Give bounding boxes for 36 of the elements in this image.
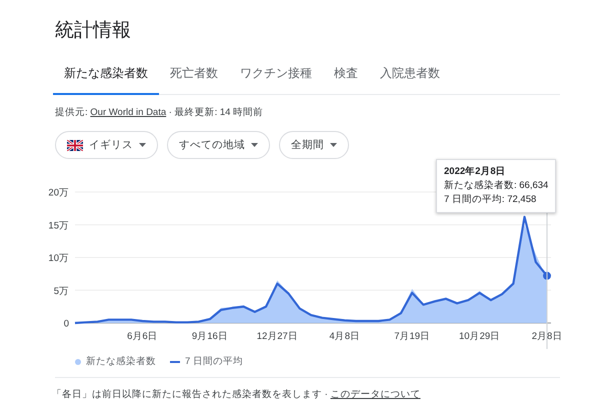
x-tick-label: 9月16日 xyxy=(192,331,228,342)
y-tick-label: 20万 xyxy=(48,188,69,198)
y-tick-label: 0 xyxy=(64,318,69,330)
tooltip-value: 7 日間の平均: 72,458 xyxy=(444,193,538,207)
caret-icon xyxy=(251,143,258,147)
legend-label: 新たな感染者数 xyxy=(86,355,156,368)
x-tick-label: 6月6日 xyxy=(127,331,158,342)
footnote: 「各日」は前日以降に新たに報告された感染者数を表します · このデータについて xyxy=(52,388,422,401)
tab[interactable]: 新たな感染者数 xyxy=(53,56,159,95)
tab[interactable]: 死亡者数 xyxy=(159,56,229,95)
filter-dropdown[interactable]: 全期間 xyxy=(279,131,349,159)
x-tick-label: 10月29日 xyxy=(459,331,500,342)
uk-flag-icon xyxy=(67,140,83,150)
caret-icon xyxy=(330,143,337,147)
y-tick-label: 5万 xyxy=(54,286,69,297)
caret-icon xyxy=(139,143,146,147)
legend-dot xyxy=(75,358,81,364)
x-tick-label: 7月19日 xyxy=(394,331,430,342)
hover-point xyxy=(543,272,551,280)
source-link[interactable]: Our World in Data xyxy=(90,107,166,118)
tab[interactable]: ワクチン接種 xyxy=(229,56,323,95)
filter-dropdown[interactable]: イギリス xyxy=(55,131,158,159)
page-title: 統計情報 xyxy=(55,19,132,43)
x-tick-label: 4月8日 xyxy=(329,331,360,342)
about-data-link[interactable]: このデータについて xyxy=(330,389,420,400)
y-tick-label: 15万 xyxy=(48,220,69,232)
tab[interactable]: 検査 xyxy=(323,56,369,95)
filter-dropdown[interactable]: すべての地域 xyxy=(167,131,270,159)
legend-label: 7 日間の平均 xyxy=(185,355,243,368)
y-tick-label: 10万 xyxy=(48,253,69,264)
tooltip-value: 新たな感染者数: 66,634 xyxy=(444,179,548,193)
tab[interactable]: 入院患者数 xyxy=(369,56,451,95)
x-tick-label: 12月27日 xyxy=(256,331,298,342)
source-line: 提供元: Our World in Data · 最終更新: 14 時間前 xyxy=(55,106,264,119)
tooltip-date: 2022年2月8日 xyxy=(444,165,507,179)
x-tick-label: 2月8日 xyxy=(532,331,562,342)
